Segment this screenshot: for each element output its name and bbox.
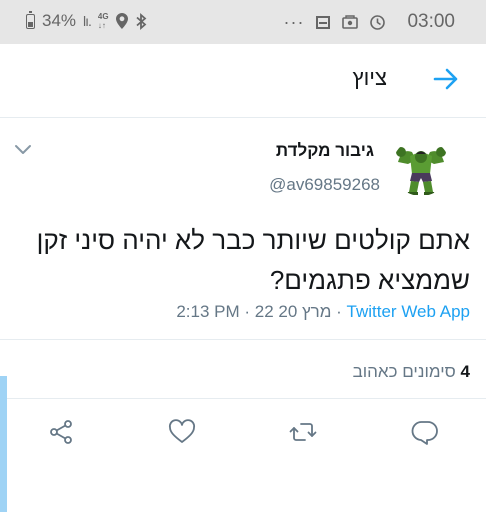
- status-right: ··· 03:00: [283, 11, 455, 33]
- arrow-right-icon[interactable]: [431, 64, 461, 94]
- hulk-avatar-image: [392, 138, 450, 196]
- meta-separator: ·: [244, 302, 251, 321]
- status-bar: 34% lı. 4G ↓↑ ··· 03:00: [0, 0, 486, 44]
- divider: [0, 339, 486, 340]
- network-icon: 4G ↓↑: [97, 12, 109, 30]
- likes-label: סימונים כאהוב: [352, 362, 456, 381]
- tweet-meta: 2:13 PM · 22 מרץ 20 · Twitter Web App: [176, 302, 470, 322]
- share-icon[interactable]: [47, 418, 75, 446]
- chevron-down-icon[interactable]: [14, 144, 32, 156]
- reply-icon[interactable]: [411, 418, 439, 446]
- like-icon[interactable]: [168, 418, 196, 446]
- tweet-action-bar: [0, 402, 486, 462]
- bluetooth-icon: [136, 12, 146, 30]
- likes-count: 4: [460, 362, 470, 381]
- battery-icon: [26, 10, 35, 29]
- more-icon: ···: [283, 11, 305, 32]
- clock-icon: [370, 14, 386, 30]
- app-header: ציוץ: [0, 44, 486, 118]
- divider: [0, 398, 486, 399]
- likes-summary[interactable]: 4 סימונים כאהוב: [353, 362, 470, 382]
- tweet-source-link[interactable]: Twitter Web App: [347, 302, 470, 321]
- tweet-time: 2:13 PM: [176, 302, 240, 321]
- sim-icon: [342, 15, 359, 29]
- retweet-icon[interactable]: [289, 418, 317, 446]
- author-display-name[interactable]: גיבור מקלדת: [276, 141, 374, 161]
- signal-icon: lı.: [83, 13, 92, 29]
- tweet-text: אתם קולטים שיותר כבר לא יהיה סיני זקן שמ…: [36, 225, 470, 295]
- page-title: ציוץ: [352, 65, 387, 90]
- tweet-date: 22 מרץ 20: [254, 302, 332, 321]
- status-left: 34% lı. 4G ↓↑: [26, 10, 147, 31]
- author-handle[interactable]: @av69859268: [269, 175, 380, 195]
- status-time: 03:00: [407, 11, 455, 32]
- notification-icon: [316, 15, 331, 29]
- avatar[interactable]: [392, 138, 450, 196]
- battery-percent: 34%: [42, 11, 77, 30]
- meta-separator: ·: [336, 302, 342, 321]
- location-icon: [115, 13, 128, 29]
